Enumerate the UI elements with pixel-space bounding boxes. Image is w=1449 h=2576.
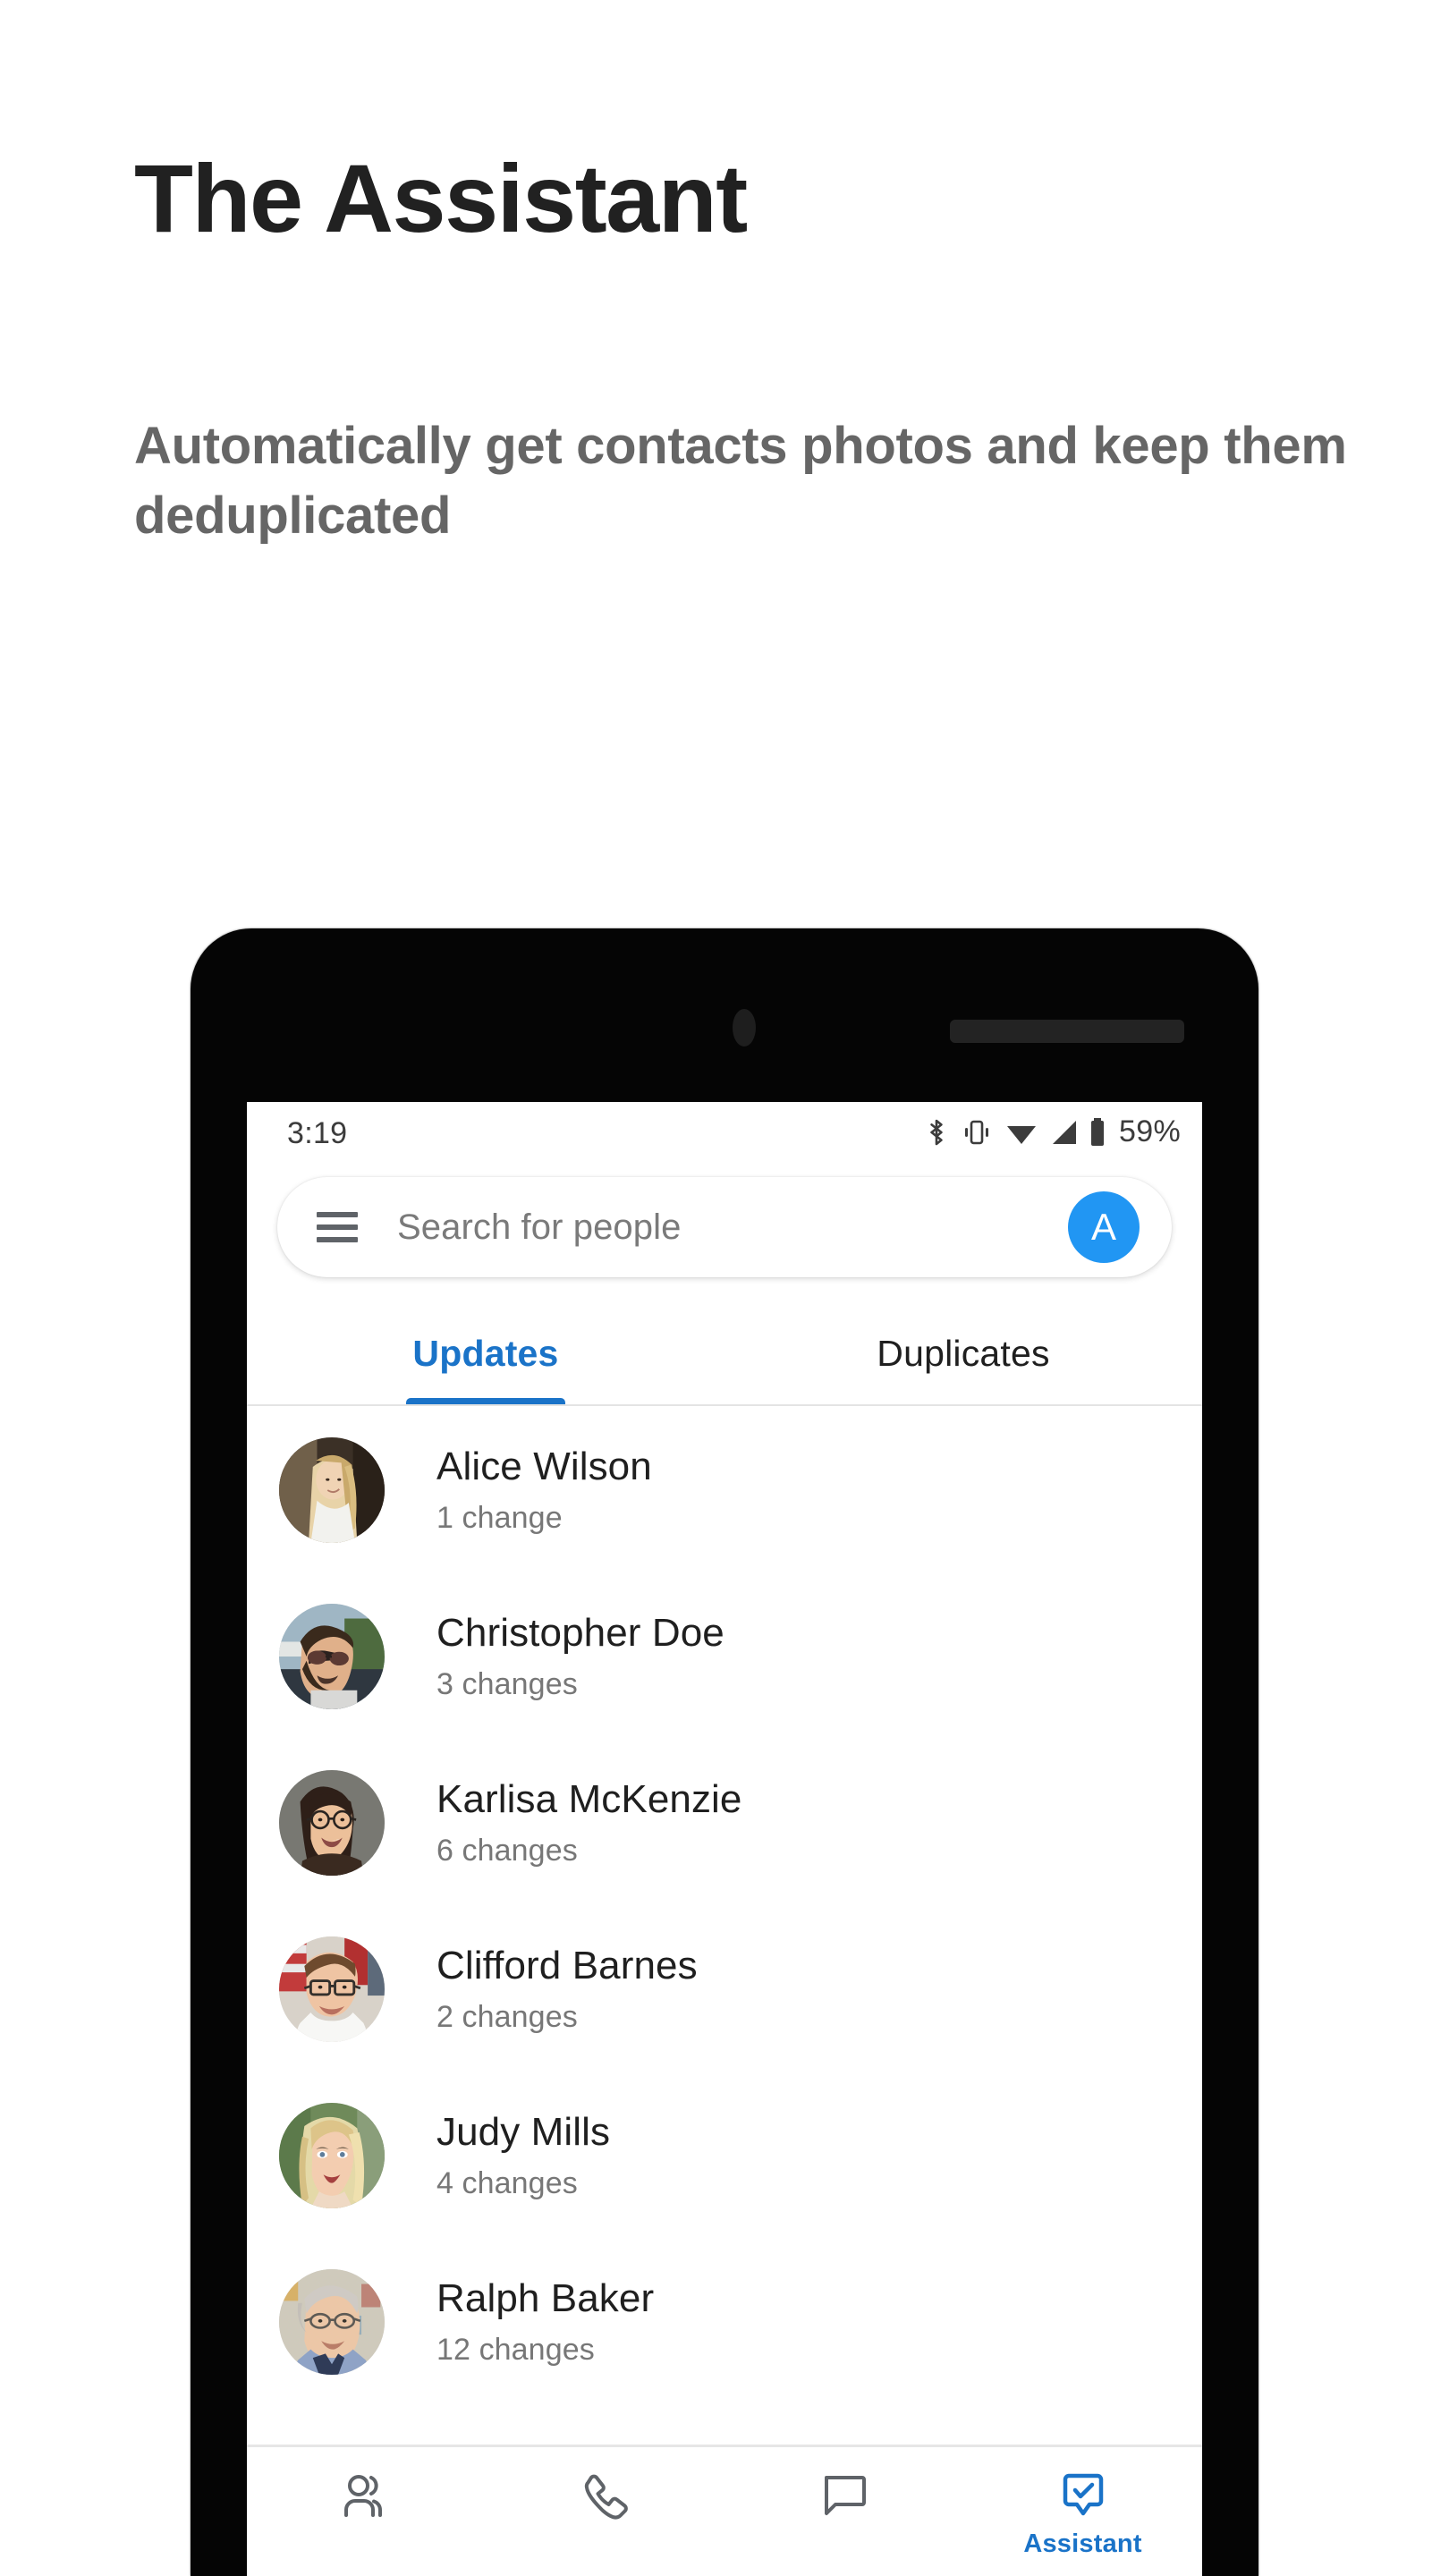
avatar [279,1936,385,2042]
list-item[interactable]: Alice Wilson 1 change [247,1407,1202,1573]
phone-speaker-grille [950,1020,1184,1043]
page-subtitle: Automatically get contacts photos and ke… [134,417,1347,546]
vibrate-icon [960,1116,994,1148]
bottom-navigation-bar: Assistant [247,2447,1202,2576]
contact-name: Judy Mills [436,2110,611,2155]
contact-changes: 12 changes [436,2332,595,2367]
contact-name: Alice Wilson [436,1445,652,1489]
list-item-text: Clifford Barnes 2 changes [436,1944,698,2035]
status-icon-tray: 59% [925,1114,1181,1149]
tab-duplicates-label: Duplicates [877,1332,1050,1374]
status-time: 3:19 [287,1116,348,1150]
avatar [279,1437,385,1543]
nav-item-assistant-label: Assistant [1023,2529,1142,2558]
contact-name: Christopher Doe [436,1611,724,1656]
assistant-check-bubble-icon [1058,2470,1108,2522]
list-item-text: Ralph Baker 12 changes [436,2276,654,2368]
list-item[interactable]: Christopher Doe 3 changes [247,1573,1202,1740]
list-item-text: Alice Wilson 1 change [436,1445,652,1536]
tab-bar: Updates Duplicates [247,1301,1202,1406]
tab-updates-label: Updates [412,1332,559,1374]
battery-percentage: 59% [1119,1114,1181,1148]
list-item[interactable]: Clifford Barnes 2 changes [247,1906,1202,2072]
nav-item-phone[interactable] [486,2447,724,2576]
status-bar: 3:19 59% [247,1102,1202,1165]
tab-bar-divider [247,1404,1202,1406]
phone-screen: 3:19 59% Search for people A Updates Dup… [247,1102,1202,2576]
list-item-text: Christopher Doe 3 changes [436,1611,724,1702]
phone-handset-icon [580,2470,631,2522]
tab-updates[interactable]: Updates [247,1301,724,1406]
search-bar[interactable]: Search for people A [277,1177,1172,1277]
contact-name: Ralph Baker [436,2276,655,2321]
tab-duplicates[interactable]: Duplicates [724,1301,1202,1406]
contact-changes: 6 changes [436,1833,578,1868]
avatar [279,2103,385,2208]
battery-icon [1089,1117,1106,1148]
avatar [279,1770,385,1876]
contact-updates-list[interactable]: Alice Wilson 1 change Christopher Doe 3 … [247,1407,1202,2445]
contact-changes: 3 changes [436,1666,578,1701]
cellular-signal-icon [1049,1119,1078,1146]
contacts-people-icon [339,2470,394,2521]
phone-camera-icon [733,1009,756,1046]
nav-item-messages[interactable] [724,2447,963,2576]
nav-item-assistant[interactable]: Assistant [963,2447,1202,2576]
list-item-text: Judy Mills 4 changes [436,2110,610,2201]
wifi-icon [1005,1119,1038,1146]
contact-changes: 4 changes [436,2165,578,2200]
message-bubble-icon [819,2470,869,2521]
list-item[interactable]: Karlisa McKenzie 6 changes [247,1740,1202,1906]
hamburger-menu-icon[interactable] [317,1212,358,1242]
list-item-text: Karlisa McKenzie 6 changes [436,1777,742,1868]
contact-name: Karlisa McKenzie [436,1777,742,1822]
contact-name: Clifford Barnes [436,1944,698,1988]
account-avatar[interactable]: A [1068,1191,1140,1263]
list-item[interactable]: Ralph Baker 12 changes [247,2239,1202,2405]
page-title: The Assistant [134,144,748,252]
avatar [279,2269,385,2375]
contact-changes: 1 change [436,1500,563,1535]
search-input[interactable]: Search for people [397,1208,1068,1248]
list-item[interactable]: Judy Mills 4 changes [247,2072,1202,2239]
avatar [279,1604,385,1709]
contact-changes: 2 changes [436,1999,578,2034]
nav-item-contacts[interactable] [247,2447,486,2576]
bluetooth-icon [925,1116,948,1148]
